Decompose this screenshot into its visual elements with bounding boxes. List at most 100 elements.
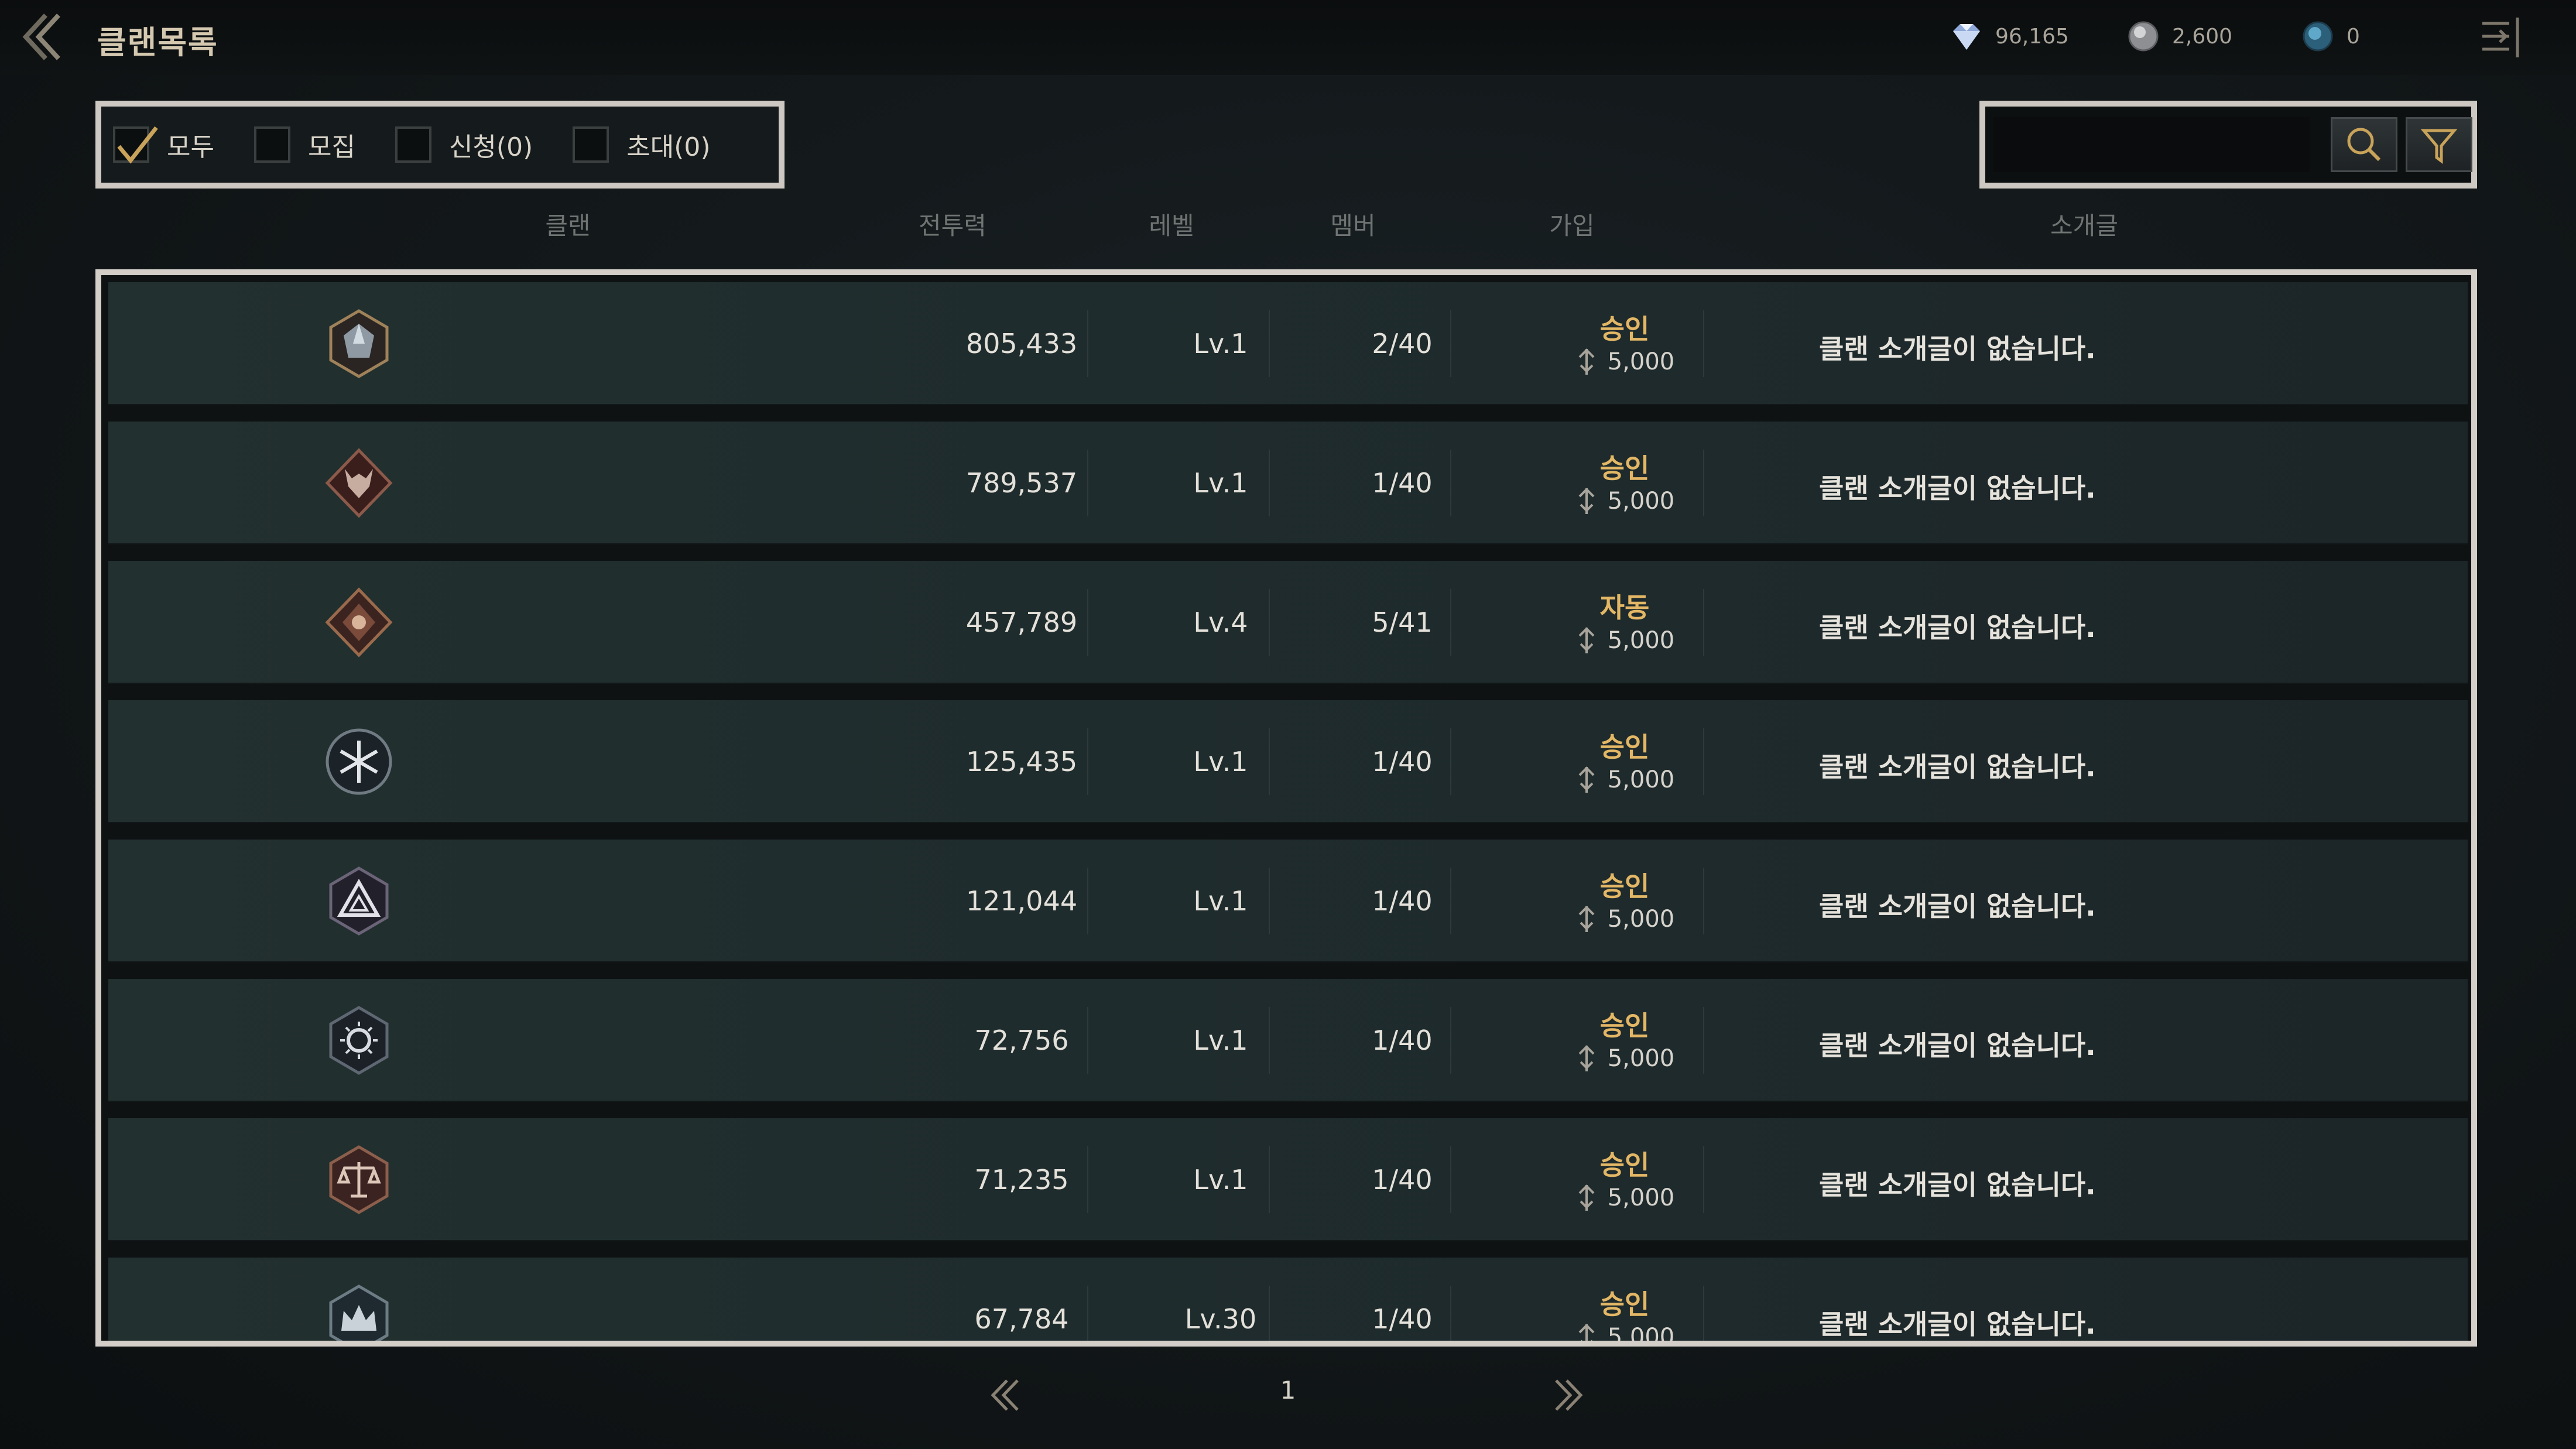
join-type: 승인 [1599, 313, 1650, 345]
crystal-emblem-icon [329, 309, 389, 378]
checkmark-icon [117, 126, 158, 164]
join-cost-value: 5,000 [1607, 488, 1675, 515]
sun-emblem-icon [329, 1006, 389, 1075]
join-cost-value: 5,000 [1607, 348, 1675, 375]
table-row[interactable]: 121,044 Lv.1 1/40 승인 5,000 클랜 소개글이 없습니다. [108, 840, 2468, 962]
currency-diamond: 96,165 [1948, 19, 2069, 54]
join-cost-value: 5,000 [1607, 1045, 1675, 1072]
join-cost: 5,000 [1525, 1044, 1724, 1073]
filter-recruit-label: 모집 [307, 132, 355, 162]
scales-emblem-icon [329, 1145, 389, 1214]
double-chevron-left-icon [991, 1379, 1019, 1411]
join-cost: 5,000 [1525, 1323, 1724, 1347]
search-button[interactable] [2331, 117, 2397, 172]
clan-power: 125,435 [965, 746, 1078, 777]
back-button[interactable] [18, 11, 70, 63]
page-title: 클랜목록 [97, 24, 218, 61]
table-row[interactable]: 72,756 Lv.1 1/40 승인 5,000 클랜 소개글이 없습니다. [108, 979, 2468, 1102]
clan-intro: 클랜 소개글이 없습니다. [1819, 472, 2096, 504]
ornament-currency-icon [1578, 348, 1595, 375]
join-cost-value: 5,000 [1607, 906, 1675, 933]
join-type: 승인 [1599, 1289, 1650, 1320]
previous-page-button[interactable] [981, 1369, 1028, 1421]
join-cost: 5,000 [1525, 487, 1724, 515]
clan-members: 2/40 [1372, 328, 1433, 359]
double-chevron-left-icon [22, 13, 60, 60]
clan-intro: 클랜 소개글이 없습니다. [1819, 1030, 2096, 1061]
join-type: 승인 [1599, 871, 1650, 902]
join-cost-value: 5,000 [1607, 1324, 1675, 1347]
column-header-power[interactable]: 전투력 [894, 206, 1011, 242]
diamond-gem-icon [1953, 24, 1980, 50]
silver-orb-icon [2128, 21, 2159, 52]
filter-button[interactable] [2406, 117, 2472, 172]
clan-level: Lv.1 [1193, 467, 1248, 499]
clan-level: Lv.1 [1193, 1164, 1248, 1195]
join-cost: 5,000 [1525, 348, 1724, 376]
join-cost: 5,000 [1525, 1184, 1724, 1212]
clan-power: 67,784 [974, 1303, 1069, 1335]
table-row[interactable]: 457,789 Lv.4 5/41 자동 5,000 클랜 소개글이 없습니다. [108, 561, 2468, 684]
snowflake-emblem-icon [326, 728, 392, 795]
filter-invited[interactable]: 초대(0) [573, 126, 711, 163]
clan-power: 457,789 [965, 607, 1078, 638]
double-chevron-right-icon [1555, 1379, 1583, 1411]
filter-invited-label: 초대(0) [626, 132, 711, 162]
clan-members: 5/41 [1372, 607, 1433, 638]
column-header-intro[interactable]: 소개글 [2026, 206, 2143, 242]
join-cost-value: 5,000 [1607, 1184, 1675, 1211]
currency-blue: 0 [2300, 19, 2360, 54]
filter-bar: 모두 모집 신청(0) 초대(0) [95, 101, 785, 189]
funnel-filter-icon [2420, 129, 2458, 164]
ornament-currency-icon [1578, 1045, 1595, 1071]
column-header-join[interactable]: 가입 [1513, 206, 1630, 242]
ornament-currency-icon [1578, 1324, 1595, 1341]
table-row[interactable]: 125,435 Lv.1 1/40 승인 5,000 클랜 소개글이 없습니다. [108, 700, 2468, 823]
filter-applied[interactable]: 신청(0) [395, 126, 533, 163]
ornament-currency-icon [1578, 1184, 1595, 1211]
clan-power: 121,044 [965, 885, 1078, 917]
diamond-amount: 96,165 [1995, 24, 2069, 49]
column-header-level[interactable]: 레벨 [1113, 206, 1230, 242]
clan-intro: 클랜 소개글이 없습니다. [1819, 751, 2096, 783]
next-page-button[interactable] [1546, 1369, 1592, 1421]
column-header-member[interactable]: 멤버 [1294, 206, 1412, 242]
join-cost: 5,000 [1525, 766, 1724, 794]
table-row[interactable]: 805,433 Lv.1 2/40 승인 5,000 클랜 소개글이 없습니다. [108, 282, 2468, 405]
clan-level: Lv.1 [1193, 885, 1248, 917]
join-cost: 5,000 [1525, 905, 1724, 933]
join-type: 승인 [1599, 1010, 1650, 1042]
checkbox-applied[interactable] [395, 126, 431, 163]
checkbox-recruit[interactable] [254, 126, 290, 163]
join-cost: 5,000 [1525, 626, 1724, 655]
blue-orb-amount: 0 [2347, 24, 2360, 49]
clan-power: 789,537 [965, 467, 1078, 499]
menu-collapse-icon [2482, 18, 2519, 57]
clan-members: 1/40 [1372, 885, 1433, 917]
join-cost-value: 5,000 [1607, 766, 1675, 793]
menu-button[interactable] [2476, 13, 2526, 62]
search-input[interactable] [1993, 117, 2310, 172]
filter-recruit[interactable]: 모집 [254, 126, 355, 163]
checkbox-invited[interactable] [573, 126, 609, 163]
table-row[interactable]: 789,537 Lv.1 1/40 승인 5,000 클랜 소개글이 없습니다. [108, 422, 2468, 544]
silver-amount: 2,600 [2172, 24, 2233, 49]
top-bar: 클랜목록 96,165 2,600 0 [0, 0, 2576, 75]
clan-level: Lv.4 [1193, 607, 1248, 638]
clan-intro: 클랜 소개글이 없습니다. [1819, 612, 2096, 643]
beast-head-emblem-icon [325, 448, 393, 518]
crown-emblem-icon [329, 1284, 389, 1341]
search-bar [1979, 101, 2477, 189]
clan-power: 72,756 [974, 1025, 1069, 1056]
filter-all[interactable]: 모두 [113, 126, 214, 164]
join-type: 승인 [1599, 1149, 1650, 1181]
filter-all-label: 모두 [167, 132, 214, 162]
clan-level: Lv.1 [1193, 1025, 1248, 1056]
join-cost-value: 5,000 [1607, 627, 1675, 654]
table-row[interactable]: 71,235 Lv.1 1/40 승인 5,000 클랜 소개글이 없습니다. [108, 1118, 2468, 1241]
column-header-clan[interactable]: 클랜 [509, 206, 626, 242]
checkbox-all[interactable] [113, 126, 158, 164]
join-type: 승인 [1599, 731, 1650, 763]
table-row[interactable]: 67,784 Lv.30 1/40 승인 5,000 클랜 소개글이 없습니다. [108, 1258, 2468, 1347]
ornament-currency-icon [1578, 766, 1595, 793]
